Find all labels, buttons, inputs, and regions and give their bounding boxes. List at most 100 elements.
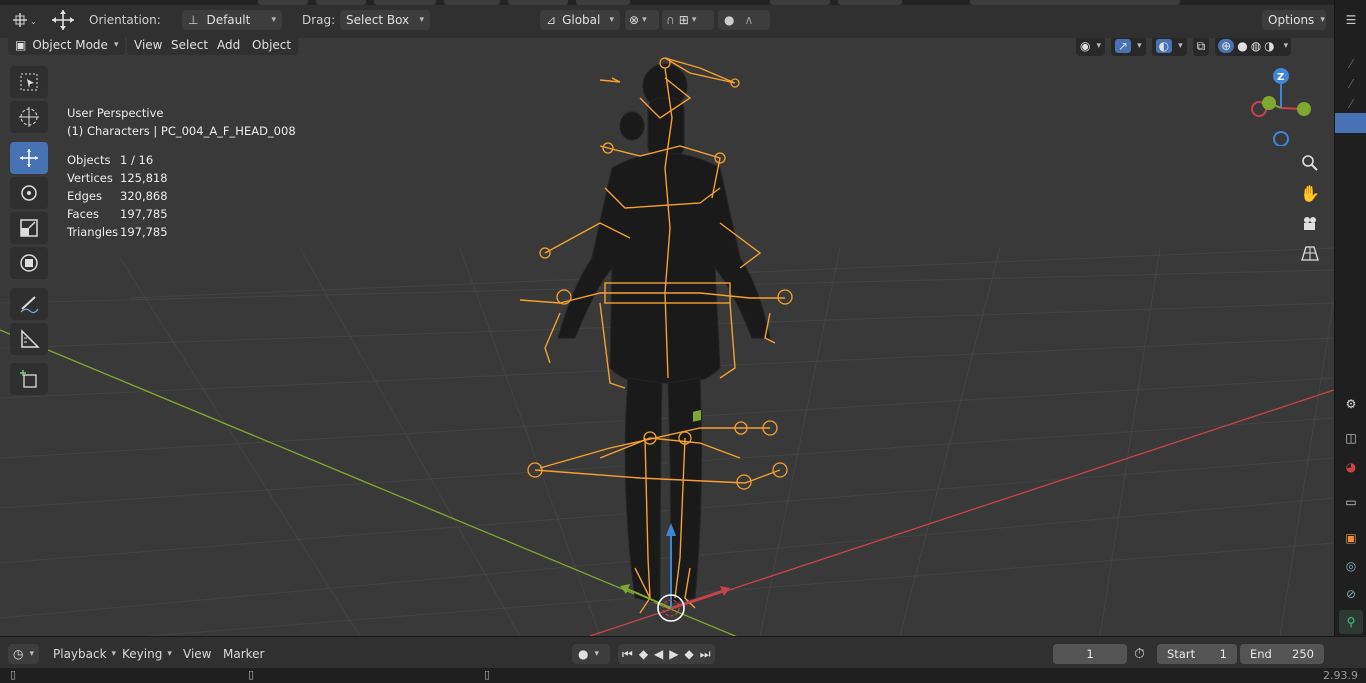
chevron-down-icon: ▾ <box>29 649 35 659</box>
gizmo-neg-y-handle[interactable] <box>1262 96 1276 110</box>
auto-keying-toggle[interactable]: ● ▾ <box>572 644 610 664</box>
drag-dropdown[interactable]: Select Box ▾ <box>340 9 430 31</box>
editor-type-dropdown[interactable]: ◷ ▾ <box>8 644 40 664</box>
gizmo-dropdown[interactable]: ↗ ▾ <box>1111 38 1146 56</box>
workspace-tab[interactable] <box>374 0 436 5</box>
workspace-tab[interactable] <box>770 0 830 5</box>
navigation-gizmo[interactable]: Z <box>1247 66 1317 146</box>
snap-increment-icon: ⊞ <box>678 13 689 27</box>
rendered-shading-icon[interactable]: ◑ <box>1264 39 1274 53</box>
add-cube-tool[interactable] <box>10 363 48 395</box>
menu-object[interactable]: Object <box>245 38 299 55</box>
workspace-tab[interactable] <box>838 0 902 5</box>
jump-end-icon[interactable]: ⏭ <box>700 647 711 662</box>
chevron-down-icon: ▾ <box>1320 15 1325 25</box>
rotate-tool[interactable] <box>10 177 48 209</box>
gizmo-y-handle[interactable] <box>1297 102 1311 116</box>
pivot-icon: ⌄ <box>13 13 37 27</box>
render-icon[interactable]: ◫ <box>1339 426 1363 450</box>
transform-orientation-dropdown[interactable]: ⊿ Global ▾ <box>540 9 620 31</box>
next-keyframe-icon[interactable]: ◆ <box>685 647 694 661</box>
arrows-icon <box>52 10 74 30</box>
playback-controls: ⏮ ◆ ◀ ▶ ◆ ⏭ <box>618 644 715 664</box>
version-label: 2.93.9 <box>1323 669 1358 682</box>
playback-label: Playback <box>53 647 107 661</box>
workspace-tab[interactable] <box>316 0 366 5</box>
world-icon[interactable]: ◕ <box>1339 455 1363 479</box>
gizmo-neg-z-handle[interactable] <box>1273 131 1289 146</box>
scale-tool[interactable] <box>10 212 48 244</box>
camera-view-icon[interactable] <box>1297 210 1323 236</box>
jump-start-icon[interactable]: ⏮ <box>622 647 633 662</box>
active-object-label: (1) Characters | PC_004_A_F_HEAD_008 <box>67 124 296 138</box>
wireframe-shading-icon[interactable]: ⊕ <box>1218 39 1235 53</box>
tool-settings-icon[interactable]: ⚙ <box>1339 392 1363 416</box>
ruler-icon <box>21 329 40 348</box>
3d-viewport[interactable]: ▣ Object Mode ▾ View Select Add Object ◉… <box>0 38 1334 636</box>
menu-select[interactable]: Select <box>164 38 216 55</box>
cursor-tool[interactable] <box>10 101 48 133</box>
outliner-icon[interactable]: ☰ <box>1339 8 1363 32</box>
chevron-down-icon: ▾ <box>642 15 647 25</box>
menu-playback[interactable]: Playback ▾ <box>48 644 116 664</box>
transform-pivot-menu[interactable]: ⌄ <box>10 9 38 31</box>
annotate-tool[interactable] <box>10 288 48 320</box>
armature-data-icon[interactable]: ⚲ <box>1339 610 1363 634</box>
play-reverse-icon[interactable]: ◀ <box>654 647 663 661</box>
options-label: Options <box>1268 13 1315 27</box>
material-shading-icon[interactable]: ◍ <box>1251 39 1261 53</box>
mode-dropdown[interactable]: ▣ Object Mode ▾ <box>8 38 126 55</box>
add-cube-icon <box>20 370 37 388</box>
current-frame-field[interactable]: 1 <box>1053 644 1127 664</box>
mode-label: Object Mode <box>32 38 108 52</box>
physics-icon[interactable]: ◎ <box>1339 554 1363 578</box>
orientation-dropdown[interactable]: ⊥ Default ▾ <box>182 9 282 31</box>
chevron-down-icon[interactable]: ▾ <box>1284 41 1289 51</box>
collection-icon[interactable]: ▭ <box>1339 490 1363 514</box>
hand-pan-icon[interactable]: ✋ <box>1297 180 1323 206</box>
menu-view[interactable]: View <box>178 644 216 664</box>
start-frame-field[interactable]: Start 1 <box>1157 644 1237 664</box>
chevron-down-icon: ▾ <box>594 649 600 659</box>
stopwatch-icon[interactable]: ⏱ <box>1134 644 1145 664</box>
pivot-point-dropdown[interactable]: ⊗ ▾ <box>625 9 659 31</box>
end-frame-field[interactable]: End 250 <box>1240 644 1324 664</box>
perspective-toggle-icon[interactable] <box>1297 240 1323 266</box>
move-tool[interactable] <box>10 142 48 174</box>
play-icon[interactable]: ▶ <box>669 647 678 661</box>
workspace-tab[interactable] <box>258 0 308 5</box>
transform-tool[interactable] <box>10 247 48 279</box>
magnet-icon: ∩ <box>666 13 675 27</box>
workspace-tab[interactable] <box>970 0 1180 5</box>
solid-shading-icon[interactable]: ● <box>1237 39 1247 53</box>
chevron-down-icon: ▾ <box>1137 41 1142 51</box>
proportional-dot-icon: ● <box>724 13 735 27</box>
preview-range-icon: ⏱ <box>1134 646 1145 662</box>
keying-label: Keying <box>122 647 163 661</box>
object-properties-icon[interactable]: ▣ <box>1339 526 1363 550</box>
constraints-icon[interactable]: ⊘ <box>1339 582 1363 606</box>
cursor-icon <box>19 107 39 127</box>
measure-tool[interactable] <box>10 323 48 355</box>
timeline-header: ◷ ▾ Playback ▾ Keying ▾ View Marker ● ▾ … <box>0 636 1366 668</box>
workspace-tab[interactable] <box>444 0 500 5</box>
gizmo-plane-handle[interactable] <box>693 409 701 422</box>
snap-toggle[interactable]: ∩ ⊞ ▾ <box>662 9 714 31</box>
prev-keyframe-icon[interactable]: ◆ <box>639 647 648 661</box>
zoom-icon[interactable] <box>1297 150 1323 176</box>
select-box-tool[interactable] <box>10 66 48 98</box>
stat-label: Vertices <box>67 171 113 185</box>
overlays-dropdown[interactable]: ◐ ▾ <box>1151 38 1187 56</box>
eye-icon: ◉ <box>1080 39 1091 53</box>
move-tool-icon[interactable] <box>50 9 76 31</box>
xray-toggle[interactable]: ⧉ <box>1192 38 1210 56</box>
menu-keying[interactable]: Keying ▾ <box>117 644 172 664</box>
workspace-tab-strip <box>0 0 1334 5</box>
options-dropdown[interactable]: Options ▾ <box>1262 9 1326 31</box>
visibility-dropdown[interactable]: ◉ ▾ <box>1076 38 1106 56</box>
proportional-editing[interactable]: ● ∧ <box>718 9 770 31</box>
workspace-tab[interactable] <box>508 0 568 5</box>
menu-add[interactable]: Add <box>210 38 248 55</box>
menu-marker[interactable]: Marker <box>218 644 269 664</box>
workspace-tab[interactable] <box>576 0 630 5</box>
